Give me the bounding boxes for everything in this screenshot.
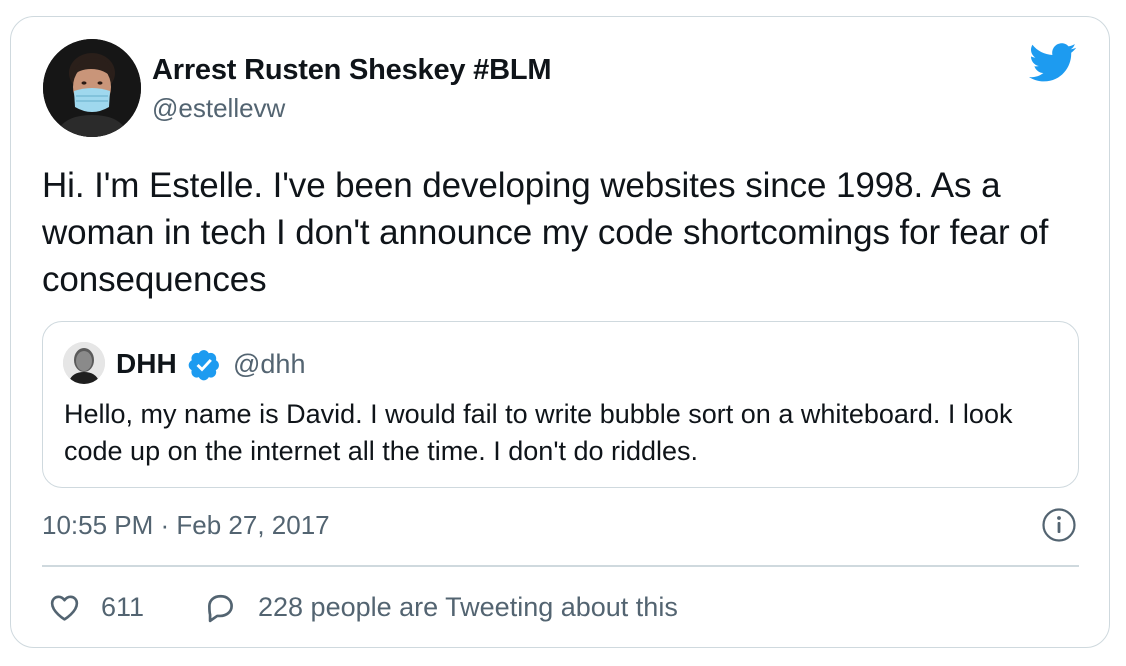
heart-icon[interactable] [48,591,81,624]
speech-bubble-icon[interactable] [203,591,237,625]
quoted-author-avatar[interactable] [63,342,105,384]
quoted-author-name[interactable]: DHH [116,348,177,380]
author-handle[interactable]: @estellevw [152,93,285,124]
twitter-bird-icon[interactable] [1029,43,1077,83]
quoted-author-handle[interactable]: @dhh [233,349,305,380]
tweeting-about-this-link[interactable]: 228 people are Tweeting about this [258,592,678,623]
quoted-tweet-text: Hello, my name is David. I would fail to… [64,399,1013,466]
quoted-tweet[interactable]: DHH @dhh Hello, my name is David. I woul… [42,321,1079,488]
author-display-name[interactable]: Arrest Rusten Sheskey #BLM [152,54,552,87]
author-avatar[interactable] [43,39,141,137]
verified-badge-icon [188,348,221,381]
like-count[interactable]: 611 [101,592,144,623]
info-icon[interactable] [1041,507,1077,543]
tweet-text: Hi. I'm Estelle. I've been developing we… [42,166,1049,299]
tweet-timestamp[interactable]: 10:55 PM · Feb 27, 2017 [42,510,330,541]
divider [42,565,1079,567]
tweet-card[interactable]: Arrest Rusten Sheskey #BLM @estellevw Hi… [10,16,1110,648]
